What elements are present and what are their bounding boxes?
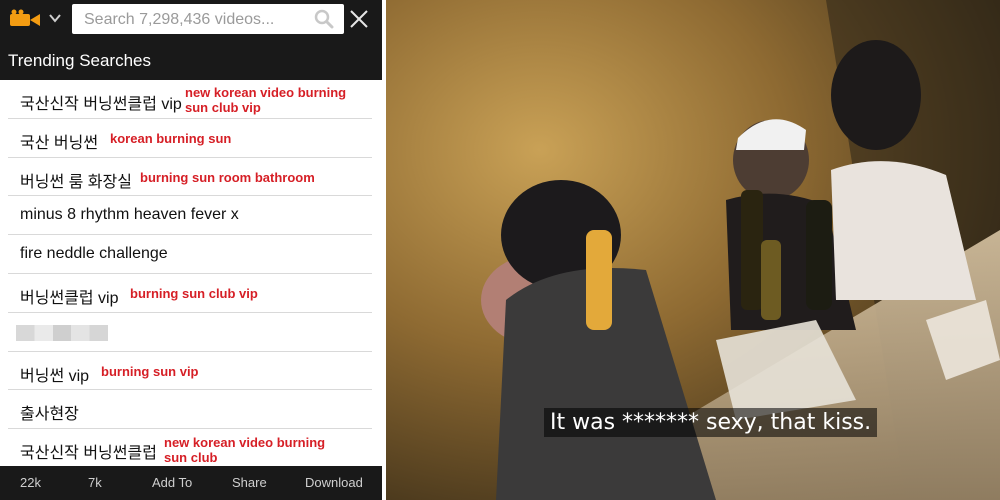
translation-annotation: new korean video burning sun club vip [185, 85, 347, 115]
search-icon[interactable] [314, 9, 334, 29]
trending-list: 국산신작 버닝썬클럽 vip new korean video burning … [8, 80, 372, 468]
trending-term: 출사현장 [20, 406, 79, 424]
translation-annotation: burning sun club vip [130, 285, 258, 301]
trending-item[interactable]: 버닝썬 vip burning sun vip [8, 352, 372, 391]
translation-annotation: burning sun room bathroom [140, 169, 315, 185]
trending-item[interactable]: 국산신작 버닝썬클럽 vip new korean video burning … [8, 80, 372, 119]
bottom-action-bar: 22k 7k Add To Share Download [0, 466, 382, 500]
video-camera-logo-icon[interactable] [8, 9, 44, 29]
trending-term: 버닝썬 룸 화장실 [20, 173, 132, 191]
trending-item[interactable]: 국산신작 버닝썬클럽 new korean video burning sun … [8, 429, 372, 468]
trending-header: Trending Searches [0, 38, 382, 80]
translation-annotation: korean burning sun [110, 130, 232, 146]
chevron-down-icon[interactable] [48, 11, 62, 25]
pixelated-redaction [16, 324, 108, 341]
trending-term: fire neddle challenge [20, 245, 168, 263]
mobile-video-site-panel: Trending Searches 국산신작 버닝썬클럽 vip new kor… [0, 0, 382, 500]
trending-title: Trending Searches [8, 51, 152, 70]
views-count: 22k [20, 475, 41, 490]
download-button[interactable]: Download [305, 475, 363, 490]
close-icon[interactable] [348, 8, 370, 30]
add-to-button[interactable]: Add To [152, 475, 192, 490]
trending-term: minus 8 rhythm heaven fever x [20, 206, 239, 224]
trending-term: 버닝썬 vip [20, 367, 90, 385]
translation-annotation: burning sun vip [101, 363, 199, 379]
trending-term: 국산신작 버닝썬클럽 vip [20, 96, 182, 113]
search-box [72, 4, 344, 36]
likes-count[interactable]: 7k [88, 475, 102, 490]
translation-annotation: new korean video burning sun club [164, 435, 326, 466]
trending-item-redacted[interactable] [8, 313, 372, 352]
trending-item[interactable]: 버닝썬 룸 화장실 burning sun room bathroom [8, 158, 372, 197]
video-still-photo: It was ******* sexy, that kiss. [386, 0, 1000, 500]
trending-item[interactable]: 국산 버닝썬 korean burning sun [8, 119, 372, 158]
trending-term: 버닝썬클럽 vip [20, 289, 119, 307]
trending-item[interactable]: minus 8 rhythm heaven fever x [8, 196, 372, 236]
share-button[interactable]: Share [232, 475, 267, 490]
trending-term: 국산 버닝썬 [20, 134, 99, 152]
trending-term: 국산신작 버닝썬클럽 [20, 445, 157, 463]
subtitle-caption: It was ******* sexy, that kiss. [544, 408, 878, 437]
trending-item[interactable]: fire neddle challenge [8, 235, 372, 274]
top-bar [0, 0, 382, 38]
search-input[interactable] [82, 4, 306, 36]
trending-item[interactable]: 버닝썬클럽 vip burning sun club vip [8, 274, 372, 313]
trending-item[interactable]: 출사현장 [8, 390, 372, 430]
